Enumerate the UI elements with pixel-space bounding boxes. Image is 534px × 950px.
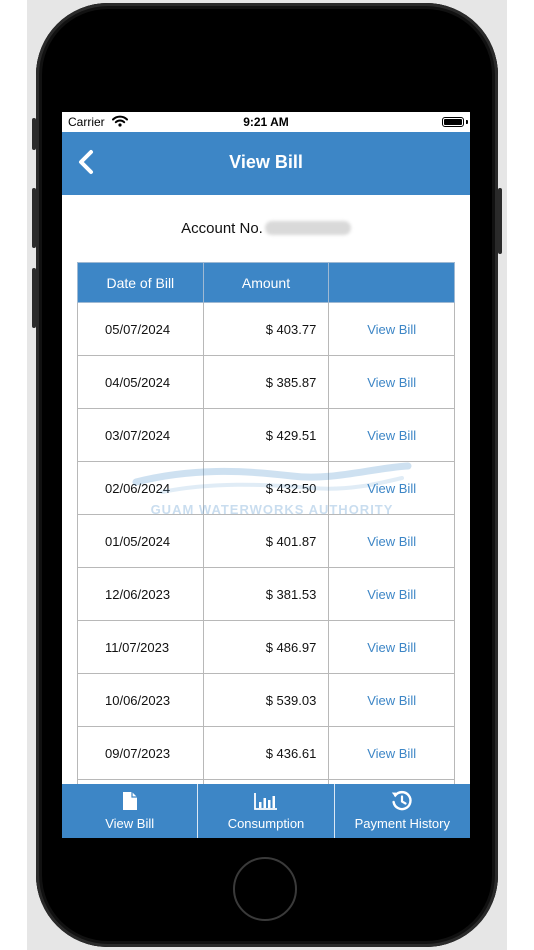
volume-up-button (32, 188, 36, 248)
header-amount: Amount (202, 262, 330, 303)
bill-date: 12/06/2023 (77, 567, 204, 621)
table-row: 04/05/2024 $ 385.87 View Bill (77, 355, 455, 409)
bill-amount: $ 401.87 (202, 514, 330, 568)
table-row: 12/06/2023 $ 381.53 View Bill (77, 567, 455, 621)
tab-bar: View Bill Consumption Payment History (62, 784, 470, 838)
history-icon (392, 790, 412, 811)
view-bill-link[interactable]: View Bill (328, 567, 455, 621)
bill-amount: $ 486.97 (202, 620, 330, 674)
bill-date: 02/06/2024 (77, 461, 204, 515)
power-button (498, 188, 502, 254)
app-screen: Carrier 9:21 AM View Bill Account No. Da… (62, 112, 470, 838)
volume-down-button (32, 268, 36, 328)
table-row: 03/07/2024 $ 429.51 View Bill (77, 408, 455, 462)
bill-amount: $ 385.87 (202, 355, 330, 409)
page-title: View Bill (229, 152, 303, 172)
bar-chart-icon (254, 793, 277, 810)
view-bill-link[interactable]: View Bill (328, 461, 455, 515)
bill-amount: $ 429.51 (202, 408, 330, 462)
nav-bar: View Bill (62, 132, 470, 195)
bill-amount: $ 381.53 (202, 567, 330, 621)
bill-amount: $ 539.03 (202, 673, 330, 727)
battery-icon (442, 117, 464, 127)
home-button[interactable] (233, 857, 297, 921)
tab-label: Consumption (227, 816, 305, 831)
tab-label: Payment History (354, 816, 450, 831)
tab-view-bill[interactable]: View Bill (62, 784, 197, 838)
view-bill-link[interactable]: View Bill (328, 726, 455, 780)
table-row: 09/07/2023 $ 436.61 View Bill (77, 726, 455, 780)
tab-consumption[interactable]: Consumption (197, 784, 333, 838)
bill-date: 04/05/2024 (77, 355, 204, 409)
account-number-redacted (264, 221, 351, 235)
table-row: 01/05/2024 $ 401.87 View Bill (77, 514, 455, 568)
bill-amount: $ 403.77 (202, 302, 330, 356)
view-bill-link[interactable]: View Bill (328, 673, 455, 727)
view-bill-link[interactable]: View Bill (328, 620, 455, 674)
table-row: 10/06/2023 $ 539.03 View Bill (77, 673, 455, 727)
bill-date: 05/07/2024 (77, 302, 204, 356)
status-bar: Carrier 9:21 AM (62, 112, 470, 132)
bill-amount: $ 432.50 (202, 461, 330, 515)
bill-table: Date of Bill Amount 05/07/2024 $ 403.77 Vi… (77, 262, 455, 802)
view-bill-link[interactable]: View Bill (328, 302, 455, 356)
bill-date: 01/05/2024 (77, 514, 204, 568)
account-number: Account No. (62, 220, 470, 237)
bill-date: 11/07/2023 (77, 620, 204, 674)
table-row: 05/07/2024 $ 403.77 View Bill (77, 302, 455, 356)
tab-payment-history[interactable]: Payment History (333, 784, 470, 838)
battery-tip (466, 120, 468, 124)
header-date: Date of Bill (77, 262, 204, 303)
document-icon (122, 792, 137, 810)
mute-switch (32, 118, 36, 150)
account-label: Account No. (181, 220, 263, 237)
bill-amount: $ 436.61 (202, 726, 330, 780)
header-action (328, 262, 455, 303)
bill-date: 10/06/2023 (77, 673, 204, 727)
bill-table-container[interactable]: Date of Bill Amount 05/07/2024 $ 403.77 Vi… (77, 262, 455, 802)
table-header-row: Date of Bill Amount (77, 262, 455, 303)
view-bill-link[interactable]: View Bill (328, 408, 455, 462)
tab-label: View Bill (105, 816, 155, 831)
view-bill-link[interactable]: View Bill (328, 355, 455, 409)
bill-date: 09/07/2023 (77, 726, 204, 780)
table-row: 11/07/2023 $ 486.97 View Bill (77, 620, 455, 674)
table-row: 02/06/2024 $ 432.50 View Bill (77, 461, 455, 515)
bill-date: 03/07/2024 (77, 408, 204, 462)
view-bill-link[interactable]: View Bill (328, 514, 455, 568)
status-time: 9:21 AM (243, 115, 289, 129)
